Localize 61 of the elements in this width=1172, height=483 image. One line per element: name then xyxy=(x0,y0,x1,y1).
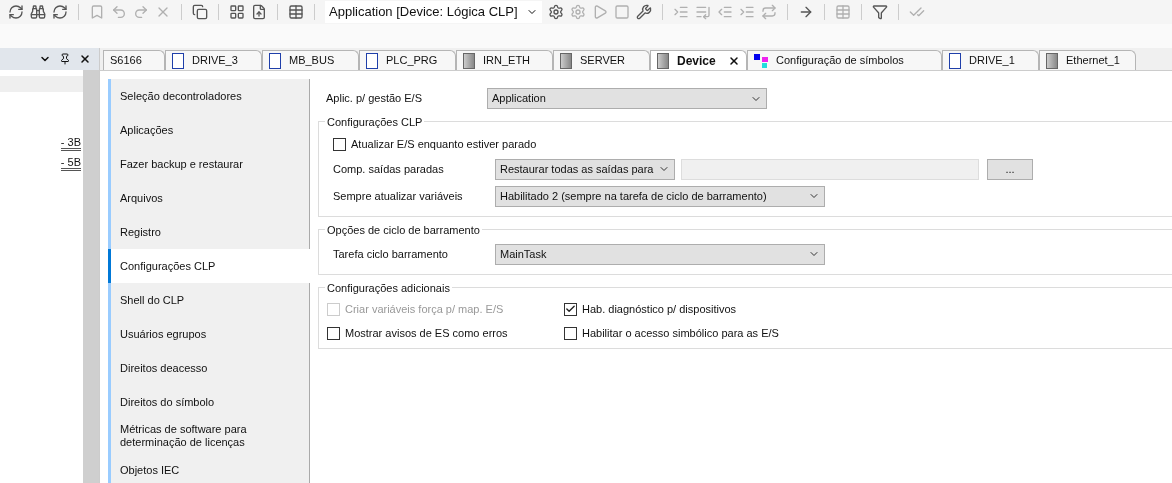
tab[interactable]: DRIVE_3 xyxy=(165,50,262,70)
checkbox-label: Habilitar o acesso simbólico para as E/S xyxy=(582,325,779,341)
tab[interactable]: PLC_PRG xyxy=(359,50,456,70)
checkbox[interactable] xyxy=(333,137,346,151)
nav-item[interactable]: Métricas de software para determinação de licenças xyxy=(108,419,309,453)
copy-icon[interactable] xyxy=(192,4,208,20)
file-icon[interactable] xyxy=(251,4,267,20)
nav-item[interactable]: Usuários egrupos xyxy=(108,317,309,351)
dropdown-select[interactable]: Restaurar todas as saídas para xyxy=(495,158,675,180)
field-label: Comp. saídas paradas xyxy=(333,161,445,177)
checkbox-label: Hab. diagnóstico p/ dispositivos xyxy=(582,301,737,317)
checkbox[interactable] xyxy=(564,326,577,340)
symbols-icon xyxy=(754,53,768,68)
nav-item[interactable]: Arquivos xyxy=(108,181,309,215)
browse-button[interactable]: ... xyxy=(987,158,1033,180)
binoculars-icon[interactable] xyxy=(30,4,46,20)
tab[interactable]: IRN_ETH xyxy=(456,50,553,70)
nav-item[interactable]: Configurações CLP xyxy=(108,249,310,283)
device-icon xyxy=(560,52,572,69)
device-icon xyxy=(1046,52,1058,69)
field-label: Tarefa ciclo barramento xyxy=(333,246,449,262)
table-icon[interactable] xyxy=(288,4,304,20)
close-icon[interactable] xyxy=(728,54,740,67)
dropdown-select[interactable]: Habilitado 2 (sempre na tarefa de ciclo de barramento) xyxy=(495,185,825,207)
device-icon xyxy=(463,52,475,69)
nav-item[interactable]: Seleção decontroladores xyxy=(108,79,309,113)
close-icon[interactable] xyxy=(79,53,91,65)
nav-item[interactable]: Registro xyxy=(108,215,309,249)
tab[interactable]: S6166 xyxy=(103,50,165,70)
nav-item[interactable]: Objetos IEC xyxy=(108,453,309,483)
nav-item[interactable]: Shell do CLP xyxy=(108,283,309,317)
tab[interactable]: Ethernet_1 xyxy=(1039,50,1136,70)
checkbox-label: Atualizar E/S enquanto estiver parado xyxy=(351,136,537,152)
device-icon xyxy=(657,52,669,69)
nav-item[interactable]: Direitos deacesso xyxy=(108,351,309,385)
nav-item[interactable]: Fazer backup e restaurar xyxy=(108,147,309,181)
tab[interactable]: MB_BUS xyxy=(262,50,359,70)
tab[interactable]: SERVER xyxy=(553,50,650,70)
pin-icon[interactable] xyxy=(59,53,71,65)
input-field[interactable] xyxy=(681,158,979,180)
wrench-icon[interactable] xyxy=(635,4,652,20)
application-selector[interactable]: Application [Device: Lógica CLP] xyxy=(325,1,542,23)
nav-item[interactable]: Aplicações xyxy=(108,113,309,147)
checkbox-label: Mostrar avisos de ES como erros xyxy=(345,325,508,341)
gear-icon[interactable] xyxy=(547,4,564,20)
application-select[interactable]: Application xyxy=(487,88,767,109)
field-label: Aplic. p/ gestão E/S xyxy=(325,91,423,107)
field-label: Sempre atualizar variáveis xyxy=(333,188,464,204)
tab[interactable]: Device xyxy=(650,50,747,70)
tab[interactable]: DRIVE_1 xyxy=(942,50,1039,70)
grid-icon[interactable] xyxy=(229,4,245,20)
refresh-icon[interactable] xyxy=(8,4,24,20)
tab[interactable]: Configuração de símbolos xyxy=(747,50,942,70)
filter-icon[interactable] xyxy=(871,4,888,20)
nav-item[interactable]: Direitos do símbolo xyxy=(108,385,309,419)
refresh-icon[interactable] xyxy=(52,4,68,20)
checkbox[interactable] xyxy=(564,302,577,316)
check-icon xyxy=(565,303,576,315)
dropdown-select[interactable]: MainTask xyxy=(495,243,825,265)
checkbox[interactable] xyxy=(327,326,340,340)
checkbox-label: Criar variáveis força p/ map. E/S xyxy=(345,301,504,317)
